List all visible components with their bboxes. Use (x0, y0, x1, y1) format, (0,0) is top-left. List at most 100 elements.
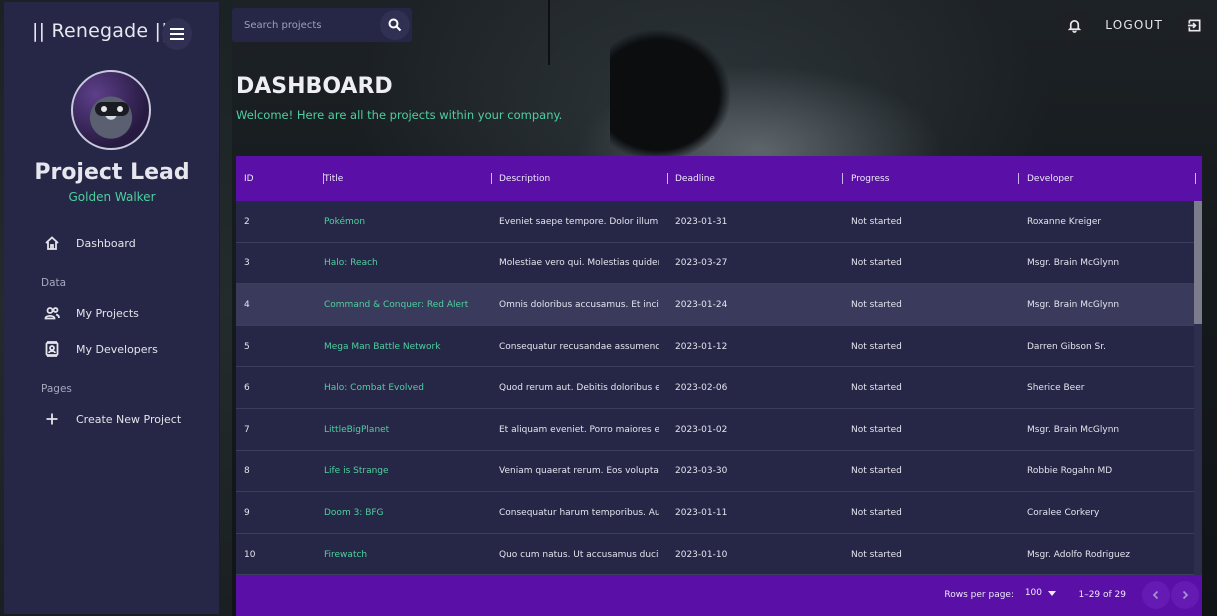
cell-progress: Not started (851, 507, 902, 518)
table-row[interactable]: 4 Command & Conquer: Red Alert Omnis dolor… (236, 284, 1194, 326)
cell-progress: Not started (851, 466, 902, 477)
logout-button[interactable]: LOGOUT (1097, 18, 1171, 32)
column-header-description[interactable]: Description (499, 156, 668, 201)
cell-title: Halo: Combat Evolved (324, 383, 424, 394)
cell-deadline: 2023-02-06 (675, 383, 728, 394)
table-header: ID Title Description Deadline Progress D… (236, 156, 1202, 201)
next-page-button[interactable] (1171, 581, 1199, 609)
search-button[interactable] (380, 10, 410, 40)
sidebar-item-label: My Developers (76, 342, 158, 356)
cell-developer: Coralee Corkery (1027, 507, 1100, 518)
cell-progress: Not started (851, 424, 902, 435)
cell-deadline: 2023-01-10 (675, 549, 728, 560)
avatar (71, 70, 151, 150)
cell-developer: Msgr. Brain McGlynn (1027, 299, 1120, 310)
cell-developer: Sherice Beer (1027, 383, 1085, 394)
plus-icon (46, 413, 58, 425)
sidebar-item-my-developers[interactable]: My Developers (44, 337, 158, 361)
cell-title: Doom 3: BFG (324, 507, 384, 518)
background-lamp (610, 30, 730, 160)
table-row[interactable]: 6 Halo: Combat Evolved Quod rerum aut. Deb… (236, 367, 1194, 409)
column-header-title[interactable]: Title (324, 156, 492, 201)
home-icon (45, 236, 59, 250)
cell-description: Eveniet saepe tempore. Dolor illum a... (499, 216, 659, 227)
sidebar-item-label: Dashboard (76, 236, 136, 250)
cell-developer: Msgr. Brain McGlynn (1027, 258, 1120, 269)
sidebar-section-data: Data (41, 277, 67, 289)
cell-description: Quo cum natus. Ut accusamus ducim... (499, 549, 659, 560)
background-lamp-cord (548, 0, 550, 65)
cell-deadline: 2023-01-02 (675, 424, 728, 435)
table-footer: Rows per page: 100 1–29 of 29 (236, 575, 1202, 616)
column-header-progress[interactable]: Progress (851, 156, 1019, 201)
cell-developer: Msgr. Adolfo Rodriguez (1027, 549, 1130, 560)
table-body: 2 Pokémon Eveniet saepe tempore. Dolor ill… (236, 201, 1194, 576)
table-row[interactable]: 3 Halo: Reach Molestiae vero qui. Molestia… (236, 243, 1194, 285)
notifications-button[interactable] (1059, 10, 1090, 40)
table-row[interactable]: 7 LittleBigPlanet Et aliquam eveniet. Porr… (236, 409, 1194, 451)
chevron-left-icon (1152, 590, 1159, 600)
column-header-id[interactable]: ID (244, 156, 324, 201)
sidebar-item-create-new-project[interactable]: Create New Project (44, 407, 181, 431)
page-subtitle: Welcome! Here are all the projects withi… (236, 108, 563, 122)
people-icon (44, 307, 60, 320)
user-name: Golden Walker (68, 190, 156, 204)
user-role: Project Lead (34, 160, 190, 185)
cell-description: Consequatur recusandae assumenda... (499, 341, 659, 352)
cell-id: 7 (244, 424, 250, 435)
page-title: DASHBOARD (236, 74, 393, 99)
cell-progress: Not started (851, 383, 902, 394)
cell-title: Halo: Reach (324, 258, 378, 269)
cell-title: Pokémon (324, 216, 366, 227)
column-header-developer[interactable]: Developer (1027, 156, 1196, 201)
hamburger-icon (170, 28, 184, 40)
cell-id: 4 (244, 299, 250, 310)
cell-description: Molestiae vero qui. Molestias quidem ... (499, 258, 659, 269)
rows-per-page-value: 100 (1024, 588, 1042, 598)
table-row[interactable]: 10 Firewatch Quo cum natus. Ut accusamus d… (236, 534, 1194, 576)
cell-deadline: 2023-01-24 (675, 299, 728, 310)
cell-developer: Roxanne Kreiger (1027, 216, 1102, 227)
cell-description: Consequatur harum temporibus. Aut ... (499, 507, 659, 518)
cell-developer: Msgr. Brain McGlynn (1027, 424, 1120, 435)
top-actions: LOGOUT (1059, 8, 1209, 42)
sidebar-item-dashboard[interactable]: Dashboard (44, 231, 136, 255)
cell-title: LittleBigPlanet (324, 424, 390, 435)
cell-progress: Not started (851, 549, 902, 560)
cell-title: Command & Conquer: Red Alert (324, 299, 469, 310)
cell-progress: Not started (851, 299, 902, 310)
cell-id: 3 (244, 258, 250, 269)
sidebar-item-label: My Projects (76, 306, 139, 320)
table-row[interactable]: 2 Pokémon Eveniet saepe tempore. Dolor ill… (236, 201, 1194, 243)
cell-title: Firewatch (324, 549, 368, 560)
table-row[interactable]: 5 Mega Man Battle Network Consequatur recu… (236, 326, 1194, 368)
cell-description: Veniam quaerat rerum. Eos voluptatu... (499, 466, 659, 477)
cell-title: Life is Strange (324, 466, 389, 477)
projects-table: ID Title Description Deadline Progress D… (236, 156, 1202, 616)
avatar-eye (101, 106, 107, 112)
cell-progress: Not started (851, 258, 902, 269)
search-bar (232, 8, 412, 42)
search-input[interactable] (232, 19, 372, 31)
cell-deadline: 2023-01-12 (675, 341, 728, 352)
cell-id: 2 (244, 216, 250, 227)
cell-deadline: 2023-01-11 (675, 507, 728, 518)
table-row[interactable]: 9 Doom 3: BFG Consequatur harum temporibus… (236, 492, 1194, 534)
table-scrollbar-thumb[interactable] (1194, 201, 1202, 324)
brand-logo[interactable]: || Renegade || (32, 20, 168, 42)
table-row[interactable]: 8 Life is Strange Veniam quaerat rerum. Eo… (236, 451, 1194, 493)
logout-icon (1187, 19, 1200, 31)
logout-icon-button[interactable] (1179, 10, 1209, 40)
menu-toggle-button[interactable] (162, 18, 192, 50)
cell-developer: Darren Gibson Sr. (1027, 341, 1106, 352)
pagination-range: 1–29 of 29 (1078, 590, 1126, 600)
chevron-right-icon (1182, 590, 1189, 600)
cell-deadline: 2023-01-31 (675, 216, 728, 227)
sidebar: || Renegade || Project Lead Golden Walke… (4, 2, 220, 614)
column-header-deadline[interactable]: Deadline (675, 156, 843, 201)
rows-per-page-select[interactable]: 100 (1025, 588, 1056, 598)
cell-deadline: 2023-03-27 (675, 258, 728, 269)
cell-description: Quod rerum aut. Debitis doloribus et.... (499, 383, 659, 394)
sidebar-item-my-projects[interactable]: My Projects (44, 301, 139, 325)
previous-page-button[interactable] (1142, 581, 1170, 609)
